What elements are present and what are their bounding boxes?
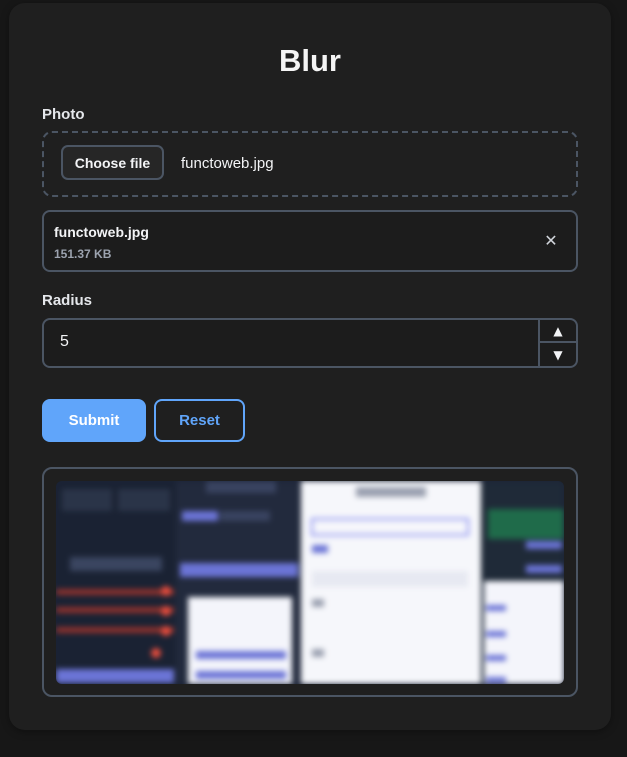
blur-form-card: Blur Photo Choose file functoweb.jpg fun… [9, 3, 611, 730]
increment-icon[interactable]: ▲ [540, 320, 576, 343]
uploaded-file-size: 151.37 KB [54, 247, 112, 261]
file-dropzone[interactable]: Choose file functoweb.jpg [42, 131, 578, 197]
reset-button[interactable]: Reset [154, 399, 245, 442]
radius-field: ▲ ▼ [42, 318, 578, 368]
page-title: Blur [279, 43, 341, 78]
submit-button[interactable]: Submit [42, 399, 146, 442]
uploaded-file-name: functoweb.jpg [54, 224, 149, 240]
decrement-icon[interactable]: ▼ [540, 343, 576, 366]
preview-panel [42, 467, 578, 697]
close-icon[interactable]: ✕ [541, 230, 561, 250]
chosen-file-name: functoweb.jpg [181, 155, 274, 172]
blurred-preview-graphic [56, 481, 564, 684]
photo-label: Photo [42, 106, 85, 123]
radius-stepper: ▲ ▼ [538, 320, 576, 366]
blurred-preview-image [56, 481, 564, 684]
choose-file-button[interactable]: Choose file [61, 145, 164, 180]
radius-label: Radius [42, 292, 93, 309]
radius-input[interactable] [46, 322, 540, 362]
uploaded-file-item: functoweb.jpg 151.37 KB ✕ [42, 210, 578, 272]
